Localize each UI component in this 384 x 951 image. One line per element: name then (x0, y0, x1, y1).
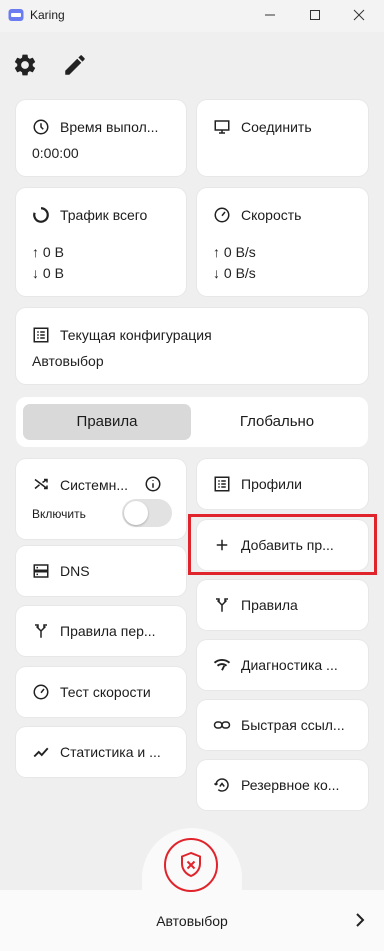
list-icon (33, 327, 49, 343)
toggle-knob (124, 501, 148, 525)
backup-label: Резервное ко... (241, 777, 340, 793)
diagnostics-label: Диагностика ... (241, 657, 338, 673)
selected-profile-label[interactable]: Автовыбор (0, 913, 384, 929)
profiles-card[interactable]: Профили (197, 459, 368, 509)
routing-rules-label: Правила пер... (60, 623, 156, 639)
routing-rules-card[interactable]: Правила пер... (16, 606, 186, 656)
speedometer-icon (33, 684, 49, 700)
profiles-label: Профили (241, 476, 302, 492)
fork-icon (216, 598, 228, 612)
backup-card[interactable]: Резервное ко... (197, 760, 368, 810)
settings-gear-icon[interactable] (12, 52, 38, 78)
quick-link-card[interactable]: Быстрая ссыл... (197, 700, 368, 750)
system-proxy-card: Системн... Включить (16, 459, 186, 539)
close-button[interactable] (347, 4, 371, 26)
highlight-box (188, 514, 377, 575)
list-icon (214, 476, 230, 492)
speedometer-icon (214, 207, 230, 223)
speed-down: ↓ 0 B/s (213, 265, 256, 281)
minimize-button[interactable] (258, 4, 282, 26)
window-title: Karing (30, 8, 65, 22)
system-proxy-title: Системн... (60, 477, 128, 493)
config-value: Автовыбор (32, 353, 104, 369)
uptime-value: 0:00:00 (32, 145, 79, 161)
shield-x-icon (181, 851, 201, 878)
speed-test-label: Тест скорости (60, 684, 151, 700)
traffic-ring-icon (33, 207, 49, 223)
speed-title: Скорость (241, 207, 302, 223)
connect-title: Соединить (241, 119, 312, 135)
title-bar: Karing (0, 0, 384, 32)
quick-link-label: Быстрая ссыл... (241, 717, 345, 733)
mode-segmented-control: Правила Глобально (16, 397, 368, 447)
uptime-title: Время выпол... (60, 119, 159, 135)
traffic-card: Трафик всего ↑ 0 B ↓ 0 B (16, 188, 186, 296)
dns-card[interactable]: DNS (16, 546, 186, 596)
mode-global-tab[interactable]: Глобально (193, 404, 361, 440)
app-logo-icon (8, 9, 24, 21)
clock-icon (33, 119, 49, 135)
statistics-card[interactable]: Статистика и ... (16, 727, 186, 777)
chart-line-icon (33, 747, 49, 758)
statistics-label: Статистика и ... (60, 744, 161, 760)
rules-card[interactable]: Правила (197, 580, 368, 630)
system-proxy-toggle[interactable] (122, 499, 172, 527)
diagnostics-card[interactable]: Диагностика ... (197, 640, 368, 690)
chevron-right-icon[interactable] (354, 912, 366, 928)
backup-restore-icon (213, 778, 229, 792)
uptime-card[interactable]: Время выпол... 0:00:00 (16, 100, 186, 176)
dns-label: DNS (60, 563, 90, 579)
system-proxy-toggle-label: Включить (32, 507, 86, 521)
traffic-up: ↑ 0 B (32, 244, 64, 260)
config-title: Текущая конфигурация (60, 327, 212, 343)
monitor-icon (214, 120, 230, 134)
traffic-title: Трафик всего (60, 207, 148, 223)
traffic-down: ↓ 0 B (32, 265, 64, 281)
fork-icon (35, 624, 47, 638)
shuffle-icon (34, 478, 48, 490)
edit-pencil-icon[interactable] (62, 52, 88, 78)
dns-server-icon (33, 564, 49, 578)
current-config-card[interactable]: Текущая конфигурация Автовыбор (16, 308, 368, 384)
wifi-signal-icon (213, 658, 231, 671)
link-icon (213, 721, 231, 729)
mode-rules-tab[interactable]: Правила (23, 404, 191, 440)
rules-label: Правила (241, 597, 298, 613)
info-icon[interactable] (144, 475, 162, 493)
connect-card[interactable]: Соединить (197, 100, 368, 176)
maximize-button[interactable] (303, 4, 327, 26)
speed-test-card[interactable]: Тест скорости (16, 667, 186, 717)
speed-card: Скорость ↑ 0 B/s ↓ 0 B/s (197, 188, 368, 296)
speed-up: ↑ 0 B/s (213, 244, 256, 260)
connect-shield-button[interactable] (164, 838, 218, 892)
